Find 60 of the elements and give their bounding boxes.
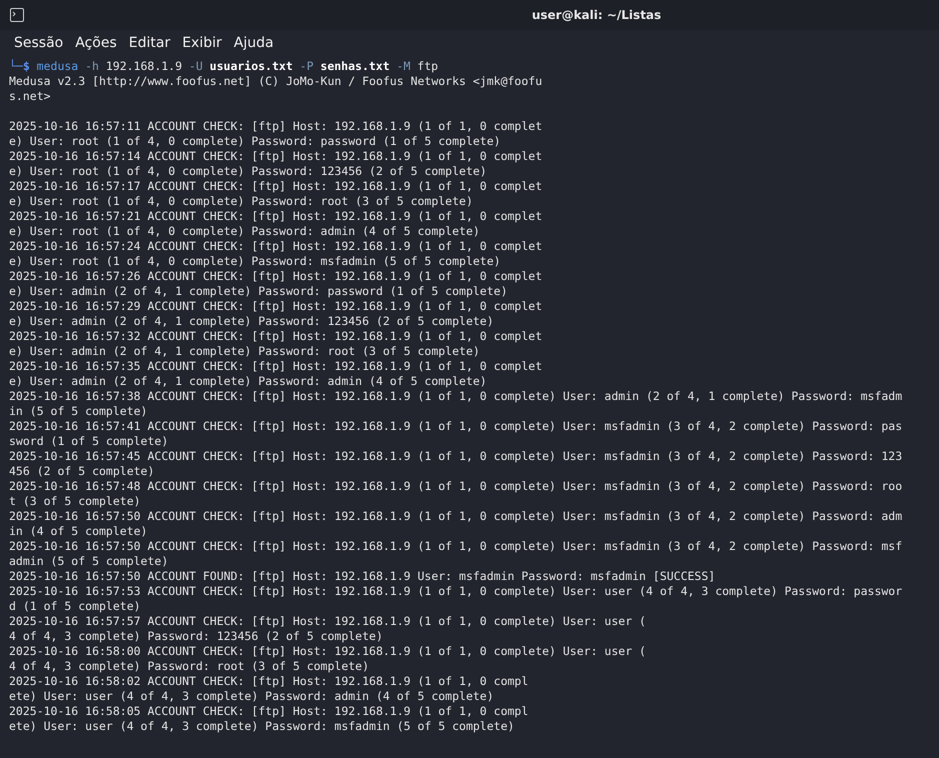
terminal-line: 2025-10-16 16:57:21 ACCOUNT CHECK: [ftp] Host: 192.168.1.9 (1 of 1, 0 complet bbox=[9, 209, 542, 224]
terminal-line: in (4 of 5 complete) bbox=[9, 524, 148, 539]
terminal-line: sword (1 of 5 complete) bbox=[9, 434, 168, 449]
terminal-line: 2025-10-16 16:57:24 ACCOUNT CHECK: [ftp] Host: 192.168.1.9 (1 of 1, 0 complet bbox=[9, 239, 542, 254]
terminal-line: ete) User: user (4 of 4, 3 complete) Password: admin (4 of 5 complete) bbox=[9, 689, 494, 704]
menu-item[interactable]: Ajuda bbox=[228, 35, 280, 51]
menu-item[interactable]: Exibir bbox=[176, 35, 228, 51]
terminal-line: 2025-10-16 16:57:11 ACCOUNT CHECK: [ftp] Host: 192.168.1.9 (1 of 1, 0 complet bbox=[9, 119, 542, 134]
terminal-line: 2025-10-16 16:58:00 ACCOUNT CHECK: [ftp] Host: 192.168.1.9 (1 of 1, 0 complete) User: user ( bbox=[9, 644, 646, 659]
terminal-line: 2025-10-16 16:57:41 ACCOUNT CHECK: [ftp] Host: 192.168.1.9 (1 of 1, 0 complete) User: msfadmin (3 of 4, 2 complete) Password: pas bbox=[9, 419, 902, 434]
terminal-line: e) User: root (1 of 4, 0 complete) Password: password (1 of 5 complete) bbox=[9, 134, 501, 149]
terminal-line: 2025-10-16 16:58:05 ACCOUNT CHECK: [ftp] Host: 192.168.1.9 (1 of 1, 0 compl bbox=[9, 704, 528, 719]
terminal-line: 2025-10-16 16:57:14 ACCOUNT CHECK: [ftp] Host: 192.168.1.9 (1 of 1, 0 complet bbox=[9, 149, 542, 164]
menu-item[interactable]: Editar bbox=[122, 35, 176, 51]
terminal-line: e) User: admin (2 of 4, 1 complete) Password: 123456 (2 of 5 complete) bbox=[9, 314, 494, 329]
command-argument: ftp bbox=[417, 59, 438, 74]
terminal-line: e) User: root (1 of 4, 0 complete) Password: admin (4 of 5 complete) bbox=[9, 224, 480, 239]
prompt-symbol: └─$ bbox=[9, 59, 30, 74]
terminal-line: 2025-10-16 16:57:38 ACCOUNT CHECK: [ftp] Host: 192.168.1.9 (1 of 1, 0 complete) User: admin (2 of 4, 1 complete) Password: msfadm bbox=[9, 389, 902, 404]
terminal-line: e) User: root (1 of 4, 0 complete) Password: root (3 of 5 complete) bbox=[9, 194, 473, 209]
menu-item[interactable]: Sessão bbox=[8, 35, 70, 51]
terminal-line: 2025-10-16 16:57:32 ACCOUNT CHECK: [ftp] Host: 192.168.1.9 (1 of 1, 0 complet bbox=[9, 329, 542, 344]
terminal-icon[interactable] bbox=[10, 8, 24, 22]
terminal-line: d (1 of 5 complete) bbox=[9, 599, 141, 614]
terminal-line: 4 of 4, 3 complete) Password: root (3 of 5 complete) bbox=[9, 659, 370, 674]
file-argument: senhas.txt bbox=[320, 59, 390, 74]
terminal-line: 2025-10-16 16:57:50 ACCOUNT CHECK: [ftp] Host: 192.168.1.9 (1 of 1, 0 complete) User: msfadmin (3 of 4, 2 complete) Password: msf bbox=[9, 539, 902, 554]
command-name: medusa bbox=[36, 59, 78, 74]
command-argument: 192.168.1.9 bbox=[106, 59, 182, 74]
command-option: -M bbox=[396, 59, 410, 74]
terminal-line: 2025-10-16 16:57:48 ACCOUNT CHECK: [ftp] Host: 192.168.1.9 (1 of 1, 0 complete) User: msfadmin (3 of 4, 2 complete) Password: roo bbox=[9, 479, 902, 494]
terminal-line: 2025-10-16 16:57:35 ACCOUNT CHECK: [ftp] Host: 192.168.1.9 (1 of 1, 0 complet bbox=[9, 359, 542, 374]
terminal-line: e) User: root (1 of 4, 0 complete) Password: msfadmin (5 of 5 complete) bbox=[9, 254, 501, 269]
terminal-line: admin (5 of 5 complete) bbox=[9, 554, 168, 569]
terminal-line: 2025-10-16 16:57:57 ACCOUNT CHECK: [ftp] Host: 192.168.1.9 (1 of 1, 0 complete) User: user ( bbox=[9, 614, 646, 629]
terminal-line: 2025-10-16 16:57:50 ACCOUNT FOUND: [ftp] Host: 192.168.1.9 User: msfadmin Password: msfadmin [SUCCESS] bbox=[9, 569, 716, 584]
command-option: -U bbox=[188, 59, 203, 74]
command-option: -h bbox=[85, 59, 99, 74]
terminal-line: ete) User: user (4 of 4, 3 complete) Password: msfadmin (5 of 5 complete) bbox=[9, 719, 514, 734]
terminal-line: e) User: root (1 of 4, 0 complete) Password: 123456 (2 of 5 complete) bbox=[9, 164, 487, 179]
terminal-line: 2025-10-16 16:57:29 ACCOUNT CHECK: [ftp] Host: 192.168.1.9 (1 of 1, 0 complet bbox=[9, 299, 542, 314]
terminal-line: 2025-10-16 16:58:02 ACCOUNT CHECK: [ftp] Host: 192.168.1.9 (1 of 1, 0 compl bbox=[9, 674, 528, 689]
terminal-line: 2025-10-16 16:57:50 ACCOUNT CHECK: [ftp] Host: 192.168.1.9 (1 of 1, 0 complete) User: msfadmin (3 of 4, 2 complete) Password: adm bbox=[9, 509, 902, 524]
terminal-line: s.net> bbox=[9, 89, 51, 104]
window-title: user@kali: ~/Listas bbox=[530, 8, 662, 22]
terminal-line: 2025-10-16 16:57:26 ACCOUNT CHECK: [ftp] Host: 192.168.1.9 (1 of 1, 0 complet bbox=[9, 269, 542, 284]
terminal-line: e) User: admin (2 of 4, 1 complete) Password: root (3 of 5 complete) bbox=[9, 344, 480, 359]
terminal-line: in (5 of 5 complete) bbox=[9, 404, 148, 419]
command-option: -P bbox=[300, 59, 314, 74]
terminal-line: e) User: admin (2 of 4, 1 complete) Password: password (1 of 5 complete) bbox=[9, 284, 508, 299]
menu-item[interactable]: Ações bbox=[69, 35, 123, 51]
terminal-line: 2025-10-16 16:57:17 ACCOUNT CHECK: [ftp] Host: 192.168.1.9 (1 of 1, 0 complet bbox=[9, 179, 542, 194]
file-argument: usuarios.txt bbox=[210, 59, 293, 74]
terminal-line: 2025-10-16 16:57:53 ACCOUNT CHECK: [ftp] Host: 192.168.1.9 (1 of 1, 0 complete) User: user (4 of 4, 3 complete) Password: passwor bbox=[9, 584, 902, 599]
terminal-line: Medusa v2.3 [http://www.foofus.net] (C) JoMo-Kun / Foofus Networks <jmk@foofu bbox=[9, 74, 542, 89]
terminal-line: t (3 of 5 complete) bbox=[9, 494, 141, 509]
terminal-line: 4 of 4, 3 complete) Password: 123456 (2 of 5 complete) bbox=[9, 629, 383, 644]
terminal-line: 2025-10-16 16:57:45 ACCOUNT CHECK: [ftp] Host: 192.168.1.9 (1 of 1, 0 complete) User: msfadmin (3 of 4, 2 complete) Password: 123 bbox=[9, 449, 902, 464]
terminal-line: e) User: admin (2 of 4, 1 complete) Password: admin (4 of 5 complete) bbox=[9, 374, 487, 389]
terminal-line: 456 (2 of 5 complete) bbox=[9, 464, 154, 479]
